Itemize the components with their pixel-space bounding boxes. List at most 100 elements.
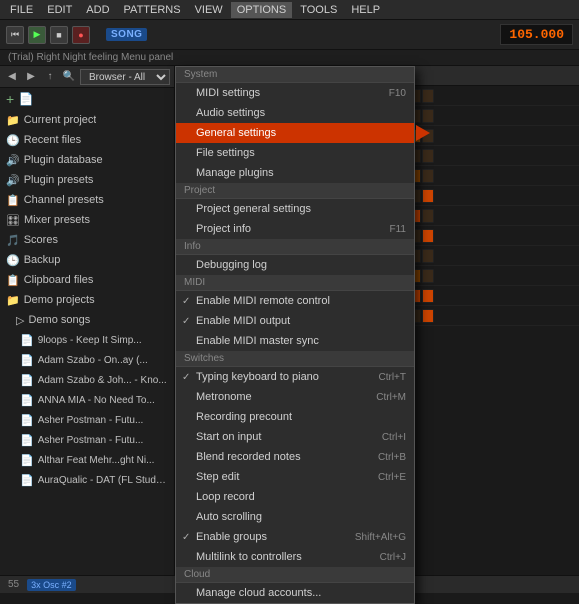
- sidebar-file-3[interactable]: 📄 ANNA MIA - No Need To...: [0, 390, 174, 410]
- sidebar-file-6[interactable]: 📄 Althar Feat Mehr...ght Ni...: [0, 450, 174, 470]
- browser-dropdown[interactable]: Browser - All: [80, 69, 170, 85]
- sidebar-item-mixer-presets[interactable]: 🎛 Mixer presets: [0, 210, 174, 230]
- menu-item-enable-midi-master[interactable]: Enable MIDI master sync: [176, 331, 414, 351]
- file-label: Althar Feat Mehr...ght Ni...: [38, 455, 155, 466]
- pad[interactable]: [422, 289, 434, 303]
- forward-icon[interactable]: ▶: [23, 69, 39, 85]
- osc-badge: 3x Osc #2: [27, 579, 76, 591]
- menu-add[interactable]: ADD: [80, 2, 115, 18]
- menu-help[interactable]: HELP: [345, 2, 386, 18]
- sidebar-file-0[interactable]: 📄 9loops - Keep It Simp...: [0, 330, 174, 350]
- sidebar-item-current-project[interactable]: 📁 Current project: [0, 110, 174, 130]
- sidebar-item-demo-songs[interactable]: ▷ Demo songs: [0, 310, 174, 330]
- bpm-display[interactable]: 105.000: [500, 24, 573, 45]
- menu-item-start-on-input[interactable]: Start on input Ctrl+I: [176, 427, 414, 447]
- stop-btn[interactable]: ■: [50, 26, 68, 44]
- menu-item-project-general[interactable]: Project general settings: [176, 199, 414, 219]
- clipboard2-icon: 📋: [6, 274, 20, 287]
- menu-item-midi-settings[interactable]: MIDI settings F10: [176, 83, 414, 103]
- menu-item-metronome[interactable]: Metronome Ctrl+M: [176, 387, 414, 407]
- menu-item-general-settings[interactable]: General settings: [176, 123, 414, 143]
- section-header-cloud: Cloud: [176, 567, 414, 583]
- menu-view[interactable]: VIEW: [189, 2, 229, 18]
- transport-bar: ⏮ ▶ ■ ● SONG 105.000: [0, 20, 579, 50]
- section-header-info: Info: [176, 239, 414, 255]
- menu-item-typing-keyboard[interactable]: ✓ Typing keyboard to piano Ctrl+T: [176, 367, 414, 387]
- sidebar-label: Plugin presets: [24, 174, 94, 186]
- file-icon: 📄: [20, 474, 34, 487]
- sidebar-label: Demo songs: [28, 314, 90, 326]
- menu-item-step-edit[interactable]: Step edit Ctrl+E: [176, 467, 414, 487]
- pad[interactable]: [422, 309, 434, 323]
- sidebar-file-1[interactable]: 📄 Adam Szabo - On..ay (...: [0, 350, 174, 370]
- item-label: Project general settings: [196, 203, 311, 215]
- menu-tools[interactable]: TOOLS: [294, 2, 343, 18]
- menu-item-debugging-log[interactable]: Debugging log: [176, 255, 414, 275]
- sidebar-item-demo-projects[interactable]: 📁 Demo projects: [0, 290, 174, 310]
- item-label: Blend recorded notes: [196, 451, 301, 463]
- options-dropdown-menu: System MIDI settings F10 Audio settings …: [175, 66, 415, 604]
- menu-bar: FILE EDIT ADD PATTERNS VIEW OPTIONS TOOL…: [0, 0, 579, 20]
- pad[interactable]: [422, 189, 434, 203]
- menu-item-project-info[interactable]: Project info F11: [176, 219, 414, 239]
- menu-item-loop-record[interactable]: Loop record: [176, 487, 414, 507]
- back-icon[interactable]: ◀: [4, 69, 20, 85]
- play-btn[interactable]: ▶: [28, 26, 46, 44]
- menu-item-file-settings[interactable]: File settings: [176, 143, 414, 163]
- pad[interactable]: [422, 249, 434, 263]
- pad[interactable]: [422, 169, 434, 183]
- menu-item-auto-scrolling[interactable]: Auto scrolling: [176, 507, 414, 527]
- pad[interactable]: [422, 229, 434, 243]
- menu-item-enable-groups[interactable]: ✓ Enable groups Shift+Alt+G: [176, 527, 414, 547]
- menu-item-enable-midi-output[interactable]: ✓ Enable MIDI output: [176, 311, 414, 331]
- menu-options[interactable]: OPTIONS: [231, 2, 293, 18]
- title-area: (Trial) Right Night feeling Menu panel: [0, 50, 579, 66]
- menu-item-manage-cloud[interactable]: Manage cloud accounts...: [176, 583, 414, 603]
- pad[interactable]: [422, 109, 434, 123]
- add-icon[interactable]: +: [6, 91, 14, 107]
- file-icon[interactable]: 📄: [18, 91, 34, 107]
- sidebar-item-recent-files[interactable]: 🕒 Recent files: [0, 130, 174, 150]
- rewind-btn[interactable]: ⏮: [6, 26, 24, 44]
- sidebar-label: Scores: [24, 234, 58, 246]
- shortcut-label: Ctrl+E: [378, 472, 406, 483]
- sidebar-file-2[interactable]: 📄 Adam Szabo & Joh... - Kno...: [0, 370, 174, 390]
- status-count: 55: [8, 579, 19, 590]
- sidebar-item-plugin-database[interactable]: 🔊 Plugin database: [0, 150, 174, 170]
- main-area: ◀ ▶ ↑ 🔍 Browser - All + 📄 📁 Current proj…: [0, 66, 579, 593]
- sidebar-label: Current project: [24, 114, 97, 126]
- sidebar-item-clipboard[interactable]: 📋 Clipboard files: [0, 270, 174, 290]
- sidebar-file-4[interactable]: 📄 Asher Postman - Futu...: [0, 410, 174, 430]
- sidebar-file-5[interactable]: 📄 Asher Postman - Futu...: [0, 430, 174, 450]
- menu-item-blend-recorded[interactable]: Blend recorded notes Ctrl+B: [176, 447, 414, 467]
- menu-patterns[interactable]: PATTERNS: [118, 2, 187, 18]
- file-label: 9loops - Keep It Simp...: [38, 335, 142, 346]
- sidebar-item-scores[interactable]: 🎵 Scores: [0, 230, 174, 250]
- sidebar-item-plugin-presets[interactable]: 🔊 Plugin presets: [0, 170, 174, 190]
- menu-item-multilink[interactable]: Multilink to controllers Ctrl+J: [176, 547, 414, 567]
- item-label: Loop record: [196, 491, 255, 503]
- menu-edit[interactable]: EDIT: [41, 2, 78, 18]
- up-icon[interactable]: ↑: [42, 69, 58, 85]
- search-icon[interactable]: 🔍: [61, 69, 77, 85]
- menu-item-audio-settings[interactable]: Audio settings: [176, 103, 414, 123]
- record-btn[interactable]: ●: [72, 26, 90, 44]
- pad[interactable]: [422, 89, 434, 103]
- item-label: Manage cloud accounts...: [196, 587, 321, 599]
- item-label: Typing keyboard to piano: [196, 371, 319, 383]
- item-label: Enable MIDI remote control: [196, 295, 330, 307]
- sidebar-item-channel-presets[interactable]: 📋 Channel presets: [0, 190, 174, 210]
- item-label: Enable groups: [196, 531, 267, 543]
- menu-item-enable-midi-remote[interactable]: ✓ Enable MIDI remote control: [176, 291, 414, 311]
- menu-item-manage-plugins[interactable]: Manage plugins: [176, 163, 414, 183]
- pad[interactable]: [422, 209, 434, 223]
- sidebar-label: Recent files: [24, 134, 81, 146]
- sidebar-file-7[interactable]: 📄 AuraQualic - DAT (FL Studio Remix): [0, 470, 174, 490]
- menu-item-recording-precount[interactable]: Recording precount: [176, 407, 414, 427]
- pad[interactable]: [422, 149, 434, 163]
- song-mode-badge[interactable]: SONG: [106, 28, 147, 41]
- sidebar-item-backup[interactable]: 🕒 Backup: [0, 250, 174, 270]
- window-title: (Trial) Right Night feeling Menu panel: [8, 52, 173, 63]
- pad[interactable]: [422, 269, 434, 283]
- menu-file[interactable]: FILE: [4, 2, 39, 18]
